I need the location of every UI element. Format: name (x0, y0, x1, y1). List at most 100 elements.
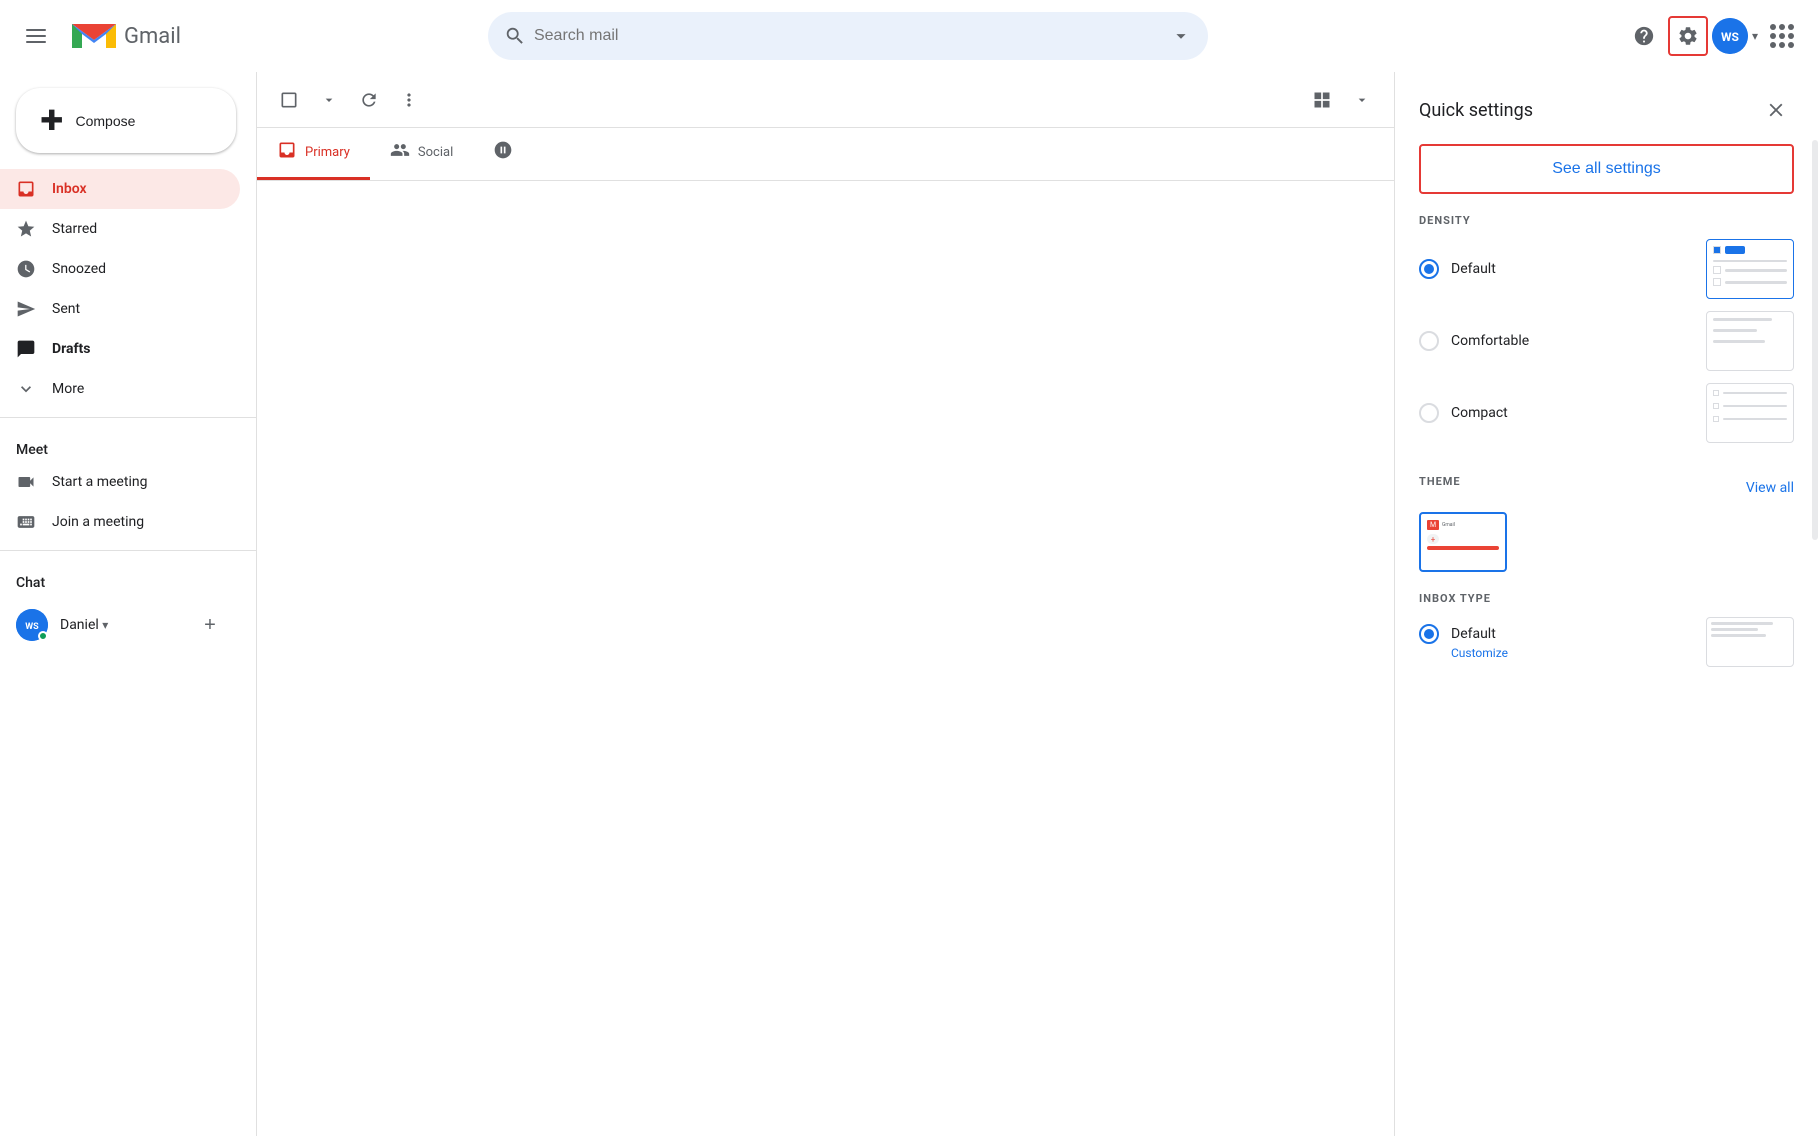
meet-section-label: Meet (0, 426, 256, 462)
thumb-row (1713, 246, 1787, 254)
help-button[interactable] (1624, 16, 1664, 56)
online-status-dot (38, 631, 48, 641)
tab-primary-label: Primary (305, 145, 350, 160)
inbox-thumb-line-2 (1711, 628, 1758, 631)
compose-label: Compose (75, 113, 135, 129)
account-chevron-icon: ▾ (1752, 29, 1758, 43)
layout-dropdown-button[interactable] (1346, 84, 1378, 116)
inbox-type-section-title: INBOX TYPE (1419, 592, 1794, 605)
thumb-checkbox-compact-3 (1713, 416, 1719, 422)
more-icon (16, 379, 36, 399)
density-option-comfortable[interactable]: Comfortable (1419, 311, 1794, 371)
chat-section: WS Daniel ▾ + (0, 595, 256, 655)
search-bar[interactable] (488, 12, 1208, 60)
sidebar-item-drafts[interactable]: Drafts (0, 329, 240, 369)
inbox-thumb-line-3 (1711, 634, 1766, 637)
tab-social-label: Social (418, 145, 453, 160)
apps-button[interactable] (1762, 16, 1802, 56)
chat-user-daniel[interactable]: WS Daniel ▾ + (0, 603, 240, 647)
thumb-row-compact-3 (1713, 416, 1787, 422)
inbox-radio-dot (1424, 629, 1434, 639)
sidebar-item-more[interactable]: More (0, 369, 240, 409)
svg-text:WS: WS (1721, 30, 1739, 44)
tab-social[interactable]: Social (370, 128, 473, 180)
drafts-label: Drafts (52, 341, 90, 357)
tab-promotions[interactable] (473, 128, 533, 180)
start-meeting-label: Start a meeting (52, 474, 147, 490)
svg-text:WS: WS (25, 622, 39, 632)
tab-primary[interactable]: Primary (257, 128, 370, 180)
quick-settings-title: Quick settings (1419, 100, 1533, 121)
density-option-compact[interactable]: Compact (1419, 383, 1794, 443)
select-checkbox-button[interactable] (273, 84, 305, 116)
layout-button[interactable] (1306, 84, 1338, 116)
join-meeting-label: Join a meeting (52, 514, 144, 530)
density-default-radio[interactable] (1419, 259, 1439, 279)
sidebar-item-sent[interactable]: Sent (0, 289, 240, 329)
more-label: More (52, 381, 84, 397)
sidebar-item-snoozed[interactable]: Snoozed (0, 249, 240, 289)
video-camera-icon (16, 472, 36, 492)
inbox-type-option-default[interactable]: Default Customize (1419, 617, 1794, 667)
density-option-default-left: Default (1419, 259, 1496, 279)
inbox-label: Inbox (52, 181, 87, 197)
compose-plus-icon: ✚ (40, 104, 63, 137)
search-input[interactable] (534, 27, 1162, 45)
inbox-type-option-left: Default Customize (1419, 624, 1508, 660)
inbox-type-thumb (1706, 617, 1794, 667)
email-list (257, 181, 1394, 1136)
snoozed-label: Snoozed (52, 261, 106, 277)
header: Gmail (0, 0, 1818, 72)
sidebar-item-inbox[interactable]: Inbox (0, 169, 240, 209)
thumb-row-compact-2 (1713, 403, 1787, 409)
sidebar: ✚ Compose Inbox Starred (0, 72, 256, 1136)
header-right: WS ▾ (1624, 16, 1802, 56)
density-compact-radio[interactable] (1419, 403, 1439, 423)
account-wrapper[interactable]: WS ▾ (1712, 18, 1758, 54)
density-section: DENSITY Default (1395, 214, 1818, 475)
add-chat-button[interactable]: + (196, 611, 224, 639)
theme-thumbnail[interactable]: M Gmail + (1419, 512, 1507, 572)
theme-mini-header: M Gmail (1427, 520, 1499, 530)
thumb-checkbox (1713, 246, 1721, 254)
sidebar-item-join-meeting[interactable]: Join a meeting (0, 502, 240, 542)
scrollbar-thumb[interactable] (1812, 140, 1818, 540)
inbox-customize-link[interactable]: Customize (1451, 646, 1508, 660)
search-icon (504, 25, 526, 47)
view-all-themes-link[interactable]: View all (1746, 480, 1794, 496)
settings-button[interactable] (1668, 16, 1708, 56)
email-toolbar (257, 72, 1394, 128)
quick-settings-panel: Quick settings See all settings DENSITY … (1394, 72, 1818, 1136)
quick-settings-close-button[interactable] (1758, 92, 1794, 128)
select-dropdown-button[interactable] (313, 84, 345, 116)
inbox-icon (16, 179, 36, 199)
header-left: Gmail (16, 16, 276, 56)
inbox-type-option-row: Default (1419, 624, 1508, 644)
inbox-default-radio[interactable] (1419, 624, 1439, 644)
density-option-default[interactable]: Default (1419, 239, 1794, 299)
thumb-line-blue (1725, 246, 1745, 254)
inbox-type-section: INBOX TYPE Default Customize (1395, 592, 1818, 699)
drafts-icon (16, 339, 36, 359)
refresh-button[interactable] (353, 84, 385, 116)
thumb-row-2 (1713, 266, 1787, 274)
theme-mini-m-icon: M (1427, 520, 1439, 530)
see-all-settings-button[interactable]: See all settings (1419, 144, 1794, 194)
menu-button[interactable] (16, 16, 56, 56)
theme-thumb-inner: M Gmail + (1421, 514, 1505, 556)
gmail-text: Gmail (124, 24, 181, 49)
gmail-logo: Gmail (68, 16, 181, 56)
search-dropdown-icon[interactable] (1170, 25, 1192, 47)
search-container (488, 12, 1208, 60)
thumb-checkbox-empty (1713, 266, 1721, 274)
sidebar-item-starred[interactable]: Starred (0, 209, 240, 249)
compose-button[interactable]: ✚ Compose (16, 88, 236, 153)
avatar[interactable]: WS (1712, 18, 1748, 54)
sidebar-item-start-meeting[interactable]: Start a meeting (0, 462, 240, 502)
inbox-thumb-line-1 (1711, 622, 1773, 625)
density-comfortable-radio[interactable] (1419, 331, 1439, 351)
thumb-row-compact-1 (1713, 390, 1787, 396)
more-toolbar-button[interactable] (393, 84, 425, 116)
thumb-line (1725, 269, 1787, 272)
sidebar-divider-2 (0, 550, 256, 551)
